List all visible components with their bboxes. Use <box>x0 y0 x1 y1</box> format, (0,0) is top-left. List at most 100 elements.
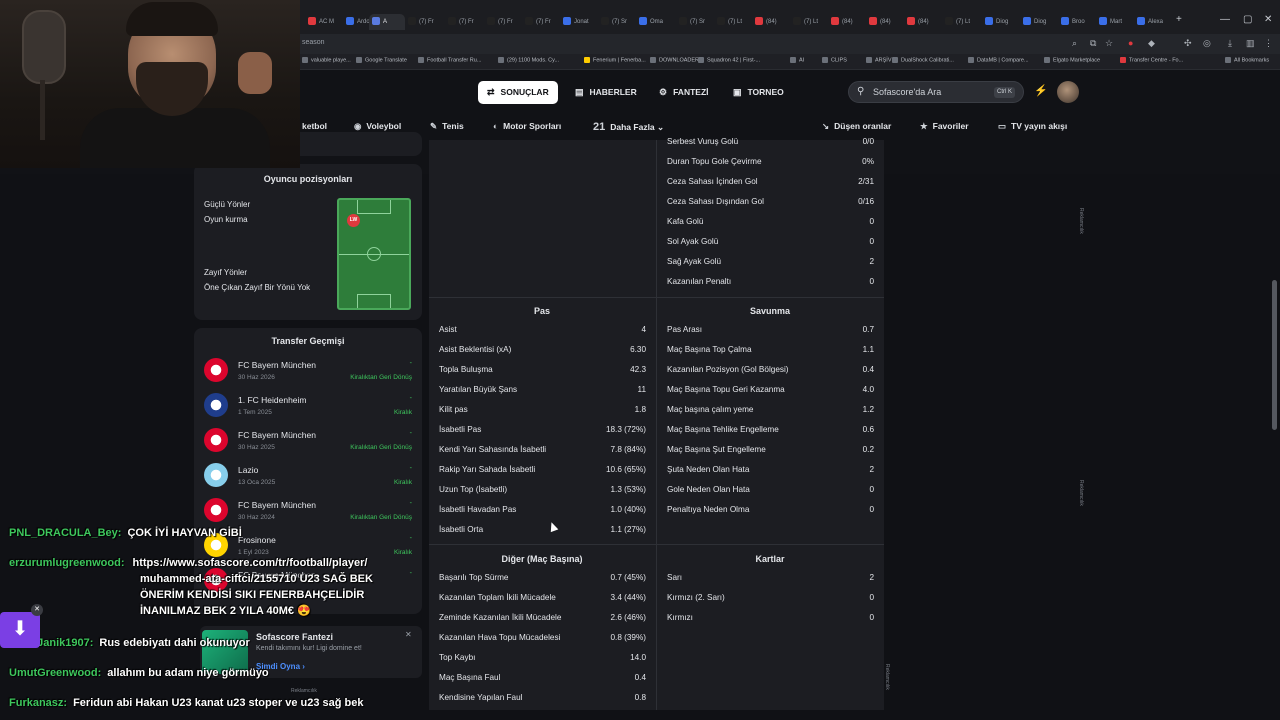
user-avatar[interactable] <box>1057 81 1079 103</box>
menu-dots-icon[interactable]: ⋮ <box>1264 38 1273 49</box>
maximize-icon[interactable]: ▢ <box>1243 14 1252 25</box>
tab-favicon <box>869 17 877 26</box>
sport-link[interactable]: ✎ Tenis <box>430 121 464 132</box>
position-marker[interactable]: LW <box>347 214 360 227</box>
bookmark-item[interactable]: DataMB | Compare... <box>968 57 1029 63</box>
header-right-link[interactable]: ▭ TV yayın akışı <box>998 121 1067 132</box>
transfer-row[interactable]: FC Bayern München 30 Haz 2025 - Kiralıktan … <box>202 424 412 459</box>
savunma-stat-value: 4.0 <box>862 385 874 394</box>
bookmark-item[interactable]: Google Translate <box>356 57 407 63</box>
transfer-row[interactable]: FC Bayern München 30 Haz 2024 - Kiralıktan … <box>202 494 412 529</box>
lightning-icon[interactable]: ⚡ <box>1034 84 1048 97</box>
browser-tab[interactable]: (7) Lt <box>714 14 750 30</box>
chat-message: Furkanasz: Feridun abi Hakan U23 kanat u2… <box>9 696 439 710</box>
sport-link[interactable]: ◐ Motor Sporları <box>493 121 561 131</box>
page-scrollbar[interactable] <box>1272 280 1277 430</box>
browser-tab[interactable]: (7) Sr <box>676 14 712 30</box>
bookmark-item[interactable]: ARŞİV <box>866 57 892 63</box>
browser-tab[interactable]: Jonat <box>560 14 596 30</box>
transfer-row[interactable]: FC Bayern München 30 Haz 2026 - Kiralıktan … <box>202 354 412 389</box>
browser-tab[interactable]: (84) <box>866 14 902 30</box>
browser-tab[interactable]: (7) Fr <box>405 14 441 30</box>
transfer-row[interactable]: Lazio 13 Oca 2025 - Kiralık <box>202 459 412 494</box>
bookmark-item[interactable]: (29) 1100 Mods. Cy... <box>498 57 559 63</box>
kartlar-stat-value: 0 <box>869 613 874 622</box>
browser-tab[interactable]: Mart <box>1096 14 1132 30</box>
browser-tab[interactable]: (7) Fr <box>445 14 481 30</box>
strengths-label: Güçlü Yönler <box>204 200 251 209</box>
bookmark-item[interactable]: Fenerium | Fenerba... <box>584 57 646 63</box>
tab-title: (7) Fr <box>419 19 434 25</box>
new-tab-icon[interactable]: + <box>1176 14 1182 25</box>
browser-tab[interactable]: (7) Lt <box>942 14 978 30</box>
sport-link[interactable]: 21 Daha Fazla ⌄ <box>593 121 664 133</box>
browser-tab[interactable]: A <box>369 14 405 30</box>
browser-tab[interactable]: (7) Sr <box>598 14 634 30</box>
diger-stat-value: 0.8 <box>634 693 646 702</box>
pas-stat-label: İsabetli Havadan Pas <box>439 505 517 514</box>
bookmark-item[interactable]: AI <box>790 57 804 63</box>
extensions-puzzle-icon[interactable]: ✣ <box>1184 38 1192 49</box>
search-input[interactable]: ⚲ Sofascore'da Ara Ctrl K <box>848 81 1024 103</box>
nav-tab-3[interactable]: ▣ TORNEO <box>724 81 793 104</box>
bookmark-item[interactable]: Squadron 42 | First-... <box>698 57 760 63</box>
bookmark-item[interactable]: All Bookmarks <box>1225 57 1269 63</box>
close-window-icon[interactable]: ✕ <box>1264 14 1272 25</box>
profile-icon[interactable]: ◎ <box>1203 38 1211 49</box>
nav-tab-2[interactable]: ⚙ FANTEZİ <box>650 81 718 104</box>
screenshot-icon[interactable]: ⧉ <box>1090 38 1096 49</box>
nav-tab-0[interactable]: ⇄ SONUÇLAR <box>478 81 558 104</box>
chat-text: muhammed-ata-ciftci/2155710 U23 SAĞ BEK <box>140 573 373 585</box>
browser-tab[interactable]: (7) Lt <box>790 14 826 30</box>
browser-tab[interactable]: Diog <box>982 14 1018 30</box>
bookmark-label: Google Translate <box>365 57 407 64</box>
pas-stat-value: 42.3 <box>630 365 646 374</box>
bookmark-star-icon[interactable]: ☆ <box>1105 38 1113 49</box>
bookmark-label: All Bookmarks <box>1234 57 1270 64</box>
extension-icon-2[interactable]: ◆ <box>1148 38 1155 49</box>
browser-tab[interactable]: Alexa <box>1134 14 1170 30</box>
bookmark-label: ARŞİV <box>875 57 892 64</box>
extension-icon[interactable]: ● <box>1128 38 1133 48</box>
sidepanel-icon[interactable]: ▥ <box>1246 38 1255 49</box>
browser-tab[interactable]: (7) Fr <box>522 14 558 30</box>
nav-tab-1[interactable]: ▤ HABERLER <box>566 81 646 104</box>
header-right-link[interactable]: ★ Favoriler <box>920 121 969 132</box>
bookmark-item[interactable]: Transfer Centre - Fo... <box>1120 57 1183 63</box>
download-close-icon[interactable]: ✕ <box>31 604 43 616</box>
browser-tab[interactable]: Oma <box>636 14 672 30</box>
chat-text: Feridun abi Hakan U23 kanat u23 stoper v… <box>73 697 364 709</box>
savunma-stat-label: Kazanılan Pozisyon (Gol Bölgesi) <box>667 365 789 374</box>
browser-tab[interactable]: (84) <box>904 14 940 30</box>
browser-tab[interactable]: (84) <box>752 14 788 30</box>
browser-tab[interactable]: (84) <box>828 14 864 30</box>
download-icon[interactable]: ⬇ <box>0 612 40 648</box>
bookmark-item[interactable]: DualShock Calibrati... <box>892 57 954 63</box>
tab-title: Mart <box>1110 19 1122 25</box>
bookmark-item[interactable]: Elgato Marketplace <box>1044 57 1100 63</box>
bookmark-item[interactable]: Football Transfer Ru... <box>418 57 481 63</box>
browser-tab[interactable]: AC M <box>305 14 341 30</box>
header-link-label: Düşen oranlar <box>834 121 892 131</box>
downloads-icon[interactable]: ⤓ <box>1228 38 1232 49</box>
header-link-icon: ▭ <box>998 121 1007 131</box>
zoom-icon[interactable]: ⌕ <box>1072 38 1077 49</box>
chat-text: ÇOK İYİ HAYVAN GİBİ <box>127 527 242 539</box>
bookmark-icon <box>498 57 504 63</box>
header-right-link[interactable]: ↘ Düşen oranlar <box>822 121 891 132</box>
browser-tab[interactable]: Diog <box>1020 14 1056 30</box>
sport-link[interactable]: ◉ Voleybol <box>354 121 401 132</box>
tab-title: (7) Lt <box>728 19 743 25</box>
bookmark-item[interactable]: CLIPS <box>822 57 847 63</box>
bookmark-item[interactable]: DOWNLOADERS <box>650 57 703 63</box>
browser-tab[interactable]: (7) Fr <box>484 14 520 30</box>
browser-tab[interactable]: Broo <box>1058 14 1094 30</box>
minimize-icon[interactable]: — <box>1220 14 1230 25</box>
sport-link[interactable]: ketbol <box>302 121 327 131</box>
nav-tab-label: FANTEZİ <box>673 87 709 97</box>
club-logo-icon <box>204 358 228 382</box>
bookmark-item[interactable]: valuable playe... <box>302 57 351 63</box>
pas-stat-value: 11 <box>637 385 647 394</box>
transfer-row[interactable]: 1. FC Heidenheim 1 Tem 2025 - Kiralık <box>202 389 412 424</box>
top_right-stat-value: 0% <box>862 157 874 166</box>
